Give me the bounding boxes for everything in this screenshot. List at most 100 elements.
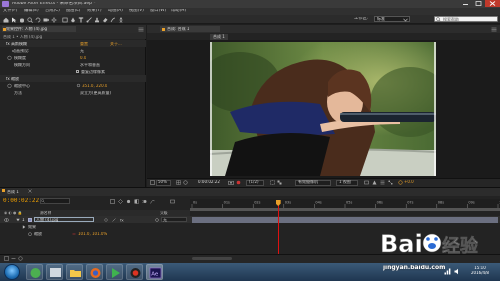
transparency-grid-icon[interactable] — [277, 180, 282, 187]
volume-icon[interactable] — [454, 268, 461, 277]
mask-visibility-icon[interactable] — [183, 180, 188, 187]
pen-tool-icon[interactable] — [70, 17, 76, 23]
ruler-label: 05s — [346, 201, 352, 205]
snapshot-camera-icon[interactable] — [228, 180, 234, 187]
repeat-edge-checkbox[interactable] — [76, 69, 79, 73]
always-preview-icon[interactable] — [150, 180, 155, 187]
scale-value[interactable]: 101.0, 101.0% — [78, 232, 107, 236]
motion-blur-icon[interactable] — [142, 199, 147, 206]
menu-effect[interactable]: 效果(T) — [87, 9, 102, 13]
puppet-tool-icon[interactable] — [118, 17, 124, 23]
eraser-tool-icon[interactable] — [102, 17, 108, 23]
menu-composition[interactable]: 合成(C) — [45, 9, 60, 13]
fast-previews-icon[interactable] — [372, 180, 377, 187]
clone-stamp-tool-icon[interactable] — [94, 17, 100, 23]
blurriness-value[interactable]: 0.0 — [80, 56, 86, 60]
comp-mini-flowchart-icon[interactable] — [110, 199, 115, 206]
eye-icon[interactable] — [4, 217, 9, 224]
exposure-value[interactable]: +0.0 — [404, 180, 414, 184]
taskbar-app-window-icon[interactable] — [46, 264, 63, 280]
shy-layers-icon[interactable] — [126, 199, 131, 206]
taskbar-after-effects-icon[interactable]: Ae — [146, 264, 163, 280]
system-clock[interactable]: 15:10 2016/4/8 — [465, 266, 495, 275]
hand-tool-icon[interactable] — [19, 17, 25, 23]
maximize-button[interactable] — [472, 0, 485, 7]
zoom-slider[interactable] — [192, 256, 232, 260]
rotate-tool-icon[interactable] — [35, 17, 41, 23]
playhead-line — [277, 200, 279, 255]
camera-tool-icon[interactable] — [43, 17, 49, 23]
close-tab-icon[interactable] — [28, 189, 32, 195]
shy-switch-icon[interactable] — [104, 218, 108, 224]
anim-preset-value[interactable]: 无 — [80, 49, 84, 53]
taskbar-record-icon[interactable] — [126, 264, 143, 280]
quality-switch-icon[interactable] — [112, 217, 116, 224]
time-ruler[interactable]: 0s01s02s03s04s05s06s07s08s09s10s — [190, 199, 500, 208]
brush-tool-icon[interactable] — [86, 16, 92, 23]
frame-blending-icon[interactable] — [134, 199, 139, 206]
composition-viewer-image[interactable] — [210, 42, 436, 176]
flowchart-icon[interactable] — [388, 180, 393, 187]
toggle-timing-icon[interactable] — [18, 256, 23, 263]
views-value: 1 视图 — [339, 180, 351, 184]
menu-edit[interactable]: 编辑(E) — [24, 9, 39, 13]
zoom-tool-icon[interactable] — [27, 16, 33, 23]
search-help-input[interactable]: 搜索帮助 — [434, 16, 498, 22]
reset-link[interactable]: 重置 — [80, 42, 88, 46]
col-parent[interactable]: 父级 — [160, 211, 168, 215]
effect-name-scale: fx 缩放 — [6, 76, 20, 81]
taskbar-file-explorer-icon[interactable] — [66, 264, 83, 280]
grid-icon[interactable] — [176, 180, 181, 187]
composition-subtab[interactable]: 合成 1 — [210, 34, 228, 40]
stopwatch-icon[interactable] — [28, 232, 32, 238]
timeline-icon[interactable] — [380, 180, 385, 187]
search-icon — [41, 199, 45, 205]
baidu-jingyan-logo-icon: Bai 经验 — [380, 230, 479, 259]
toggle-transfer-controls-icon[interactable] — [11, 256, 16, 263]
rectangle-tool-icon[interactable] — [62, 17, 68, 23]
pan-behind-tool-icon[interactable] — [51, 16, 57, 23]
text-tool-icon[interactable] — [78, 17, 84, 23]
graph-editor-icon[interactable] — [150, 199, 155, 206]
taskbar-media-player-icon[interactable] — [106, 264, 123, 280]
toggle-switches-icon[interactable] — [4, 256, 9, 263]
about-link[interactable]: 关于... — [110, 42, 122, 46]
method-value[interactable]: 双立方(更高质量) — [80, 91, 111, 95]
effect-name-gaussian-blur: fx 高斯模糊 — [6, 41, 28, 46]
minimize-button[interactable] — [459, 0, 472, 7]
menu-window[interactable]: 窗口(W) — [150, 9, 166, 13]
show-channel-icon[interactable] — [236, 180, 241, 187]
menu-help[interactable]: 帮助(H) — [171, 9, 186, 13]
start-button[interactable] — [4, 264, 20, 280]
close-button[interactable] — [485, 0, 500, 7]
fx-switch-icon[interactable]: fx — [120, 217, 125, 224]
layer-switches-icon[interactable] — [170, 199, 175, 206]
parent-pickwhip-icon[interactable] — [155, 217, 160, 224]
roto-brush-tool-icon[interactable] — [110, 17, 116, 23]
layer-duration-bar[interactable] — [192, 217, 498, 223]
anim-preset-label: 动画预设: — [12, 48, 30, 53]
layer-name: 人物 (4).jpg — [36, 217, 59, 222]
expand-triangle-icon[interactable] — [16, 218, 20, 224]
menu-animation[interactable]: 动画(A) — [108, 9, 123, 13]
work-area-bar[interactable] — [190, 208, 500, 211]
region-of-interest-icon[interactable] — [270, 180, 275, 187]
blur-direction-value[interactable]: 水平和垂直 — [80, 63, 100, 67]
menu-view[interactable]: 视图(V) — [129, 9, 144, 13]
taskbar-app-360-icon[interactable] — [26, 264, 43, 280]
toggle-pixel-aspect-icon[interactable] — [364, 180, 369, 187]
selection-tool-icon[interactable] — [11, 17, 17, 23]
home-icon[interactable] — [3, 17, 9, 23]
viewer-timecode[interactable]: 0:00:02:22 — [198, 180, 220, 184]
menu-file[interactable]: 文件(F) — [3, 9, 17, 13]
constrain-proportions-icon[interactable] — [72, 232, 76, 238]
scale-center-value[interactable]: 351.0, 220.0 — [82, 84, 107, 88]
taskbar-firefox-icon[interactable] — [86, 264, 103, 280]
col-source-name[interactable]: 源名称 — [40, 211, 51, 215]
current-time-display[interactable]: 0:00:02:22 — [3, 198, 39, 204]
effect-row-scale[interactable] — [0, 75, 146, 82]
draft-3d-icon[interactable] — [118, 199, 123, 206]
exposure-reset-icon[interactable] — [398, 180, 403, 187]
menu-layer[interactable]: 图层(L) — [66, 9, 80, 13]
timeline-tab-label[interactable]: 合成 1 — [7, 190, 19, 194]
